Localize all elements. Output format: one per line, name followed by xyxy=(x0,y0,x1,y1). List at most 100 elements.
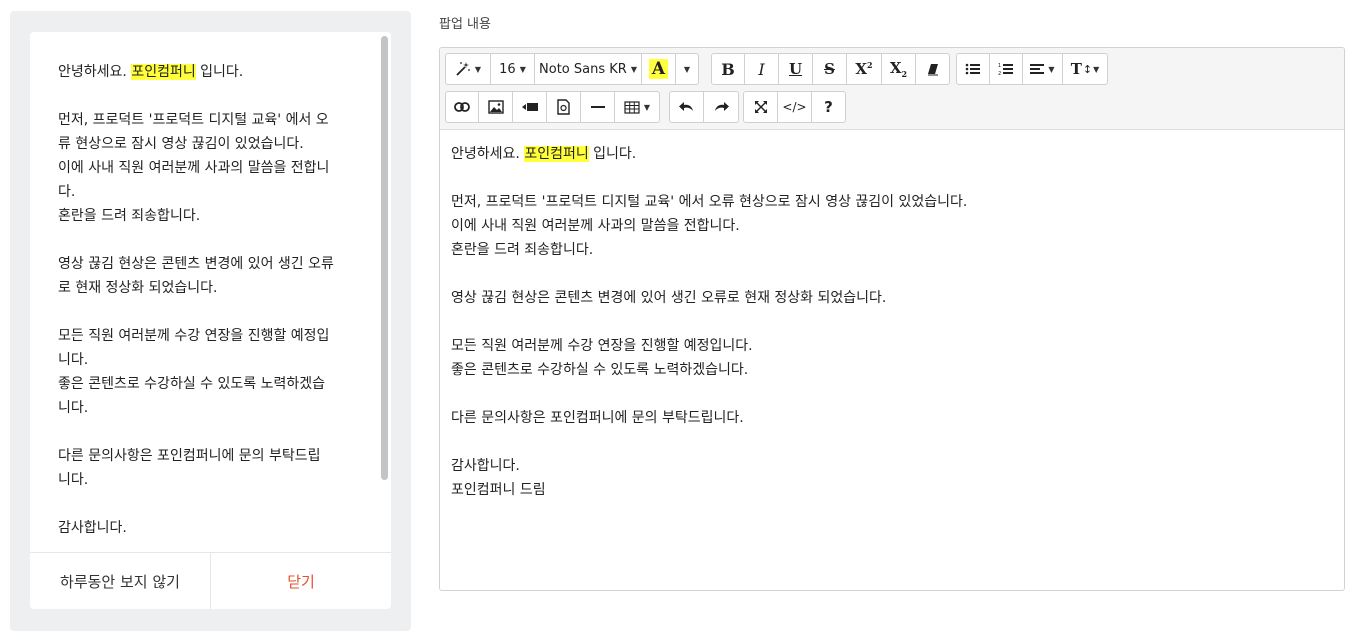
popup-line: 이에 사내 직원 여러분께 사과의 말씀을 전합니 xyxy=(58,160,330,176)
table-icon xyxy=(624,100,640,114)
editor-toolbar: ▼ 16 ▼ Noto Sans KR ▼ A ▼ B I U S X2 X2 … xyxy=(440,48,1344,130)
editor-line: 혼란을 드려 죄송합니다. xyxy=(451,242,594,258)
toolbar-group-font: ▼ 16 ▼ Noto Sans KR ▼ A ▼ xyxy=(445,53,699,85)
popup-line xyxy=(58,84,355,108)
chevron-down-icon: ▼ xyxy=(1093,64,1100,74)
clear-format-button[interactable] xyxy=(916,54,949,84)
ordered-list-button[interactable]: 12 xyxy=(990,54,1023,84)
editor-line: 안녕하세요. 포인컴퍼니 입니다. xyxy=(451,146,637,162)
popup-line: 니다. xyxy=(58,472,89,488)
font-size-dropdown[interactable]: 16 ▼ xyxy=(491,54,535,84)
undo-icon xyxy=(678,101,695,113)
popup-line: 류 현상으로 잠시 영상 끊김이 있었습니다. xyxy=(58,136,304,152)
link-icon xyxy=(454,102,470,112)
underline-button[interactable]: U xyxy=(779,54,813,84)
italic-button[interactable]: I xyxy=(745,54,779,84)
popup-preview: 안녕하세요. 포인컴퍼니 입니다. 먼저, 프로덕트 '프로덕트 디지털 교육' … xyxy=(30,32,391,609)
style-dropdown[interactable]: ▼ xyxy=(446,54,491,84)
popup-line: 다. xyxy=(58,184,76,200)
svg-text:1: 1 xyxy=(998,63,1001,69)
popup-line: 좋은 콘텐츠로 수강하실 수 있도록 노력하겠습 xyxy=(58,376,325,392)
popup-line: 모든 직원 여러분께 수강 연장을 진행할 예정입 xyxy=(58,328,330,344)
eraser-icon xyxy=(926,62,940,76)
file-button[interactable] xyxy=(547,92,581,122)
popup-scrollbar[interactable] xyxy=(381,36,388,546)
strikethrough-button[interactable]: S xyxy=(813,54,847,84)
video-icon xyxy=(521,102,538,112)
editor-line: 모든 직원 여러분께 수강 연장을 진행할 예정입니다. xyxy=(451,338,753,354)
popup-preview-panel: 안녕하세요. 포인컴퍼니 입니다. 먼저, 프로덕트 '프로덕트 디지털 교육' … xyxy=(10,11,411,631)
editor-line: 포인컴퍼니 드림 xyxy=(451,482,546,498)
chevron-down-icon: ▼ xyxy=(643,102,651,112)
image-button[interactable] xyxy=(479,92,513,122)
popup-line xyxy=(58,420,355,444)
chevron-down-icon: ▼ xyxy=(474,64,482,74)
popup-line: 다른 문의사항은 포인컴퍼니에 문의 부탁드립 xyxy=(58,448,321,464)
close-button[interactable]: 닫기 xyxy=(211,553,391,609)
line-height-icon: T xyxy=(1070,60,1082,78)
font-family-value: Noto Sans KR xyxy=(539,61,627,77)
popup-line: 니다. xyxy=(58,400,89,416)
popup-content-label: 팝업 내용 xyxy=(439,17,491,32)
font-family-dropdown[interactable]: Noto Sans KR ▼ xyxy=(535,54,642,84)
chevron-down-icon: ▼ xyxy=(683,64,691,74)
editor-line: 감사합니다. xyxy=(451,458,520,474)
code-view-button[interactable]: </> xyxy=(778,92,812,122)
popup-scrollbar-thumb[interactable] xyxy=(381,36,388,480)
popup-line xyxy=(58,300,355,324)
align-icon xyxy=(1030,63,1045,75)
align-dropdown[interactable]: ▼ xyxy=(1023,54,1063,84)
font-size-value: 16 xyxy=(499,61,516,77)
toolbar-group-format: B I U S X2 X2 xyxy=(711,53,950,85)
strikethrough-icon: S xyxy=(824,60,835,78)
superscript-icon: X2 xyxy=(855,60,873,78)
help-button[interactable]: ? xyxy=(812,92,845,122)
superscript-button[interactable]: X2 xyxy=(847,54,882,84)
video-button[interactable] xyxy=(513,92,547,122)
redo-icon xyxy=(713,101,729,113)
highlighted-text: 포인컴퍼니 xyxy=(131,64,196,80)
redo-button[interactable] xyxy=(704,92,738,122)
horizontal-rule-button[interactable] xyxy=(581,92,615,122)
line-height-arrows-icon: ↕ xyxy=(1082,62,1093,76)
subscript-button[interactable]: X2 xyxy=(882,54,916,84)
chevron-down-icon: ▼ xyxy=(519,64,526,74)
font-color-button[interactable]: A xyxy=(642,54,676,84)
undo-button[interactable] xyxy=(670,92,704,122)
file-icon xyxy=(557,99,570,115)
popup-line xyxy=(58,492,355,516)
popup-line: 혼란을 드려 죄송합니다. xyxy=(58,208,201,224)
toolbar-group-view: </> ? xyxy=(743,91,846,123)
italic-icon: I xyxy=(758,59,765,79)
popup-line: 로 현재 정상화 되었습니다. xyxy=(58,280,218,296)
toolbar-group-paragraph: 12 ▼ T ↕ ▼ xyxy=(956,53,1108,85)
horizontal-rule-icon xyxy=(590,105,605,109)
font-color-dropdown[interactable]: ▼ xyxy=(676,54,698,84)
link-button[interactable] xyxy=(446,92,479,122)
chevron-down-icon: ▼ xyxy=(1048,64,1055,74)
dont-show-today-button[interactable]: 하루동안 보지 않기 xyxy=(30,553,211,609)
popup-line: 먼저, 프로덕트 '프로덕트 디지털 교육' 에서 오 xyxy=(58,112,329,128)
bullet-list-icon xyxy=(965,62,981,76)
editor-line: 다른 문의사항은 포인컴퍼니에 문의 부탁드립니다. xyxy=(451,410,744,426)
table-dropdown[interactable]: ▼ xyxy=(615,92,659,122)
bullet-list-button[interactable] xyxy=(957,54,990,84)
ordered-list-icon: 12 xyxy=(998,62,1014,76)
highlighted-text: 포인컴퍼니 xyxy=(524,146,589,162)
editor-line: 이에 사내 직원 여러분께 사과의 말씀을 전합니다. xyxy=(451,218,740,234)
line-height-dropdown[interactable]: T ↕ ▼ xyxy=(1063,54,1107,84)
fullscreen-button[interactable] xyxy=(744,92,778,122)
editor-line: 먼저, 프로덕트 '프로덕트 디지털 교육' 에서 오류 현상으로 잠시 영상 … xyxy=(451,194,968,210)
bold-button[interactable]: B xyxy=(712,54,745,84)
popup-footer: 하루동안 보지 않기 닫기 xyxy=(30,552,391,609)
code-view-icon: </> xyxy=(782,100,807,114)
popup-line: 감사합니다. xyxy=(58,520,127,536)
popup-body[interactable]: 안녕하세요. 포인컴퍼니 입니다. 먼저, 프로덕트 '프로덕트 디지털 교육' … xyxy=(30,32,391,552)
font-color-icon: A xyxy=(648,59,669,79)
magic-icon xyxy=(455,61,471,77)
editor-content-area[interactable]: 안녕하세요. 포인컴퍼니 입니다. 먼저, 프로덕트 '프로덕트 디지털 교육' … xyxy=(440,130,1344,590)
